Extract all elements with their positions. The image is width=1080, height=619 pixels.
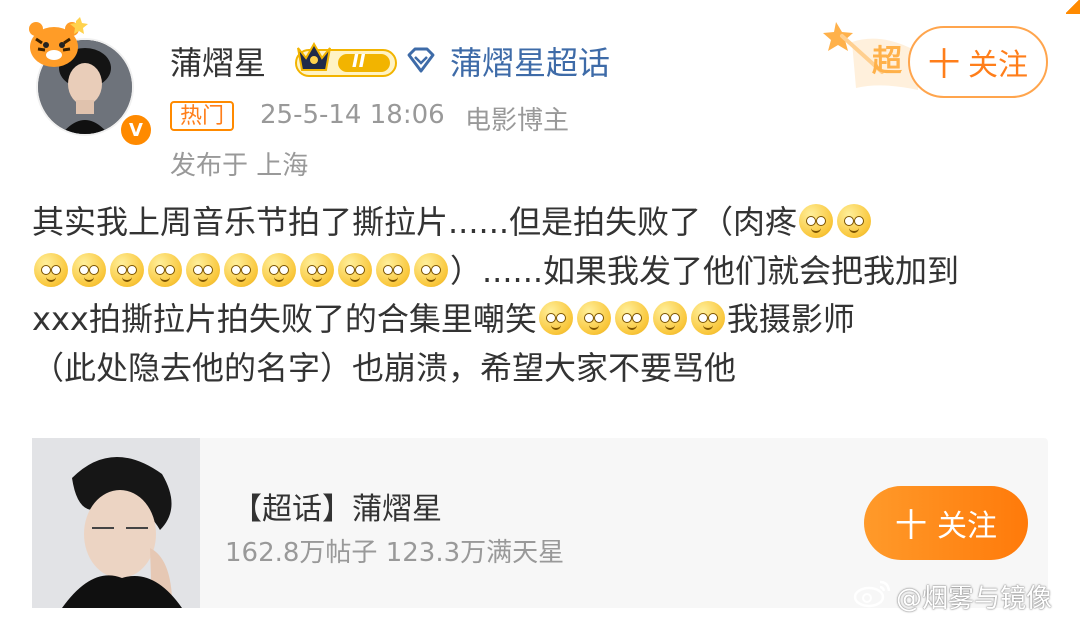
post-line-text: （此处隐去他的名字）也崩溃，希望大家不要骂他 [32, 348, 737, 387]
post-line-text: xxx拍撕拉片拍失败了的合集里嘲笑 [32, 300, 537, 338]
post-line: ）......如果我发了他们就会把我加到 [32, 247, 1032, 296]
verified-v-icon: V [118, 112, 154, 148]
avatar-wrapper[interactable]: V [22, 14, 154, 148]
post-line-text: 我摄影师 [726, 300, 855, 338]
crown-level-badge-icon[interactable]: II [294, 40, 400, 78]
username[interactable]: 蒲熠星 [170, 38, 266, 84]
chaohua-badge-text: 超 [872, 44, 902, 79]
laughing-tears-emoji [576, 301, 611, 335]
laughing-tears-emoji [338, 252, 372, 287]
topic-card-stats: 162.8万帖子 123.3万满天星 [225, 538, 565, 568]
laughing-tears-emoji [538, 301, 573, 335]
post-line: （此处隐去他的名字）也崩溃，希望大家不要骂他 [32, 344, 1032, 393]
user-role: 电影博主 [465, 106, 570, 136]
topic-card-title[interactable]: 【超话】蒲熠星 [232, 484, 442, 528]
plus-icon: 十 [927, 45, 960, 83]
follow-button-label: 关注 [968, 48, 1028, 83]
laughing-tears-emoji [186, 252, 220, 287]
weibo-logo-icon [852, 578, 892, 615]
laughing-tears-emoji [72, 252, 106, 287]
post-line-text: ）......如果我发了他们就会把我加到 [450, 251, 960, 290]
laughing-tears-emoji [614, 301, 649, 335]
follow-button[interactable]: 十 关注 [908, 26, 1048, 98]
post-line: 其实我上周音乐节拍了撕拉片......但是拍失败了（肉疼 [32, 198, 1032, 247]
post-line-text: 其实我上周音乐节拍了撕拉片......但是拍失败了（肉疼 [32, 203, 798, 241]
laughing-tears-emoji [262, 252, 296, 287]
laughing-tears-emoji [224, 252, 258, 287]
post-line: xxx拍撕拉片拍失败了的合集里嘲笑 我摄影师 [32, 295, 1032, 344]
laughing-tears-emoji [690, 301, 725, 335]
chaohua-badge-icon: 超 [822, 12, 922, 96]
hot-tag: 热门 [170, 101, 235, 131]
laughing-tears-emoji [148, 252, 182, 287]
laughing-tears-emoji [300, 252, 334, 287]
laughing-tears-emoji [799, 204, 834, 238]
corner-accent [1066, 0, 1080, 14]
post-location: 发布于 上海 [170, 151, 309, 181]
level-badge-text: II [352, 51, 366, 72]
topic-card-image [32, 438, 200, 608]
laughing-tears-emoji [34, 252, 68, 287]
laughing-tears-emoji [652, 301, 687, 335]
laughing-tears-emoji [110, 252, 144, 287]
post-timestamp[interactable]: 25-5-14 18:06 [260, 100, 445, 130]
laughing-tears-emoji [414, 252, 448, 287]
topic-link[interactable]: 蒲熠星超话 [450, 38, 610, 84]
diamond-icon [405, 46, 437, 74]
topic-follow-button[interactable]: 十 关注 [864, 486, 1028, 560]
laughing-tears-emoji [376, 252, 410, 287]
laughing-tears-emoji [837, 204, 872, 238]
watermark: @烟雾与镜像 [852, 578, 1052, 615]
topic-follow-label: 关注 [937, 509, 997, 544]
watermark-text: @烟雾与镜像 [896, 584, 1053, 614]
post-text: 其实我上周音乐节拍了撕拉片......但是拍失败了（肉疼 ）......如果我发了… [32, 198, 1032, 392]
tiger-badge-icon [22, 14, 92, 74]
plus-icon: 十 [894, 506, 927, 544]
